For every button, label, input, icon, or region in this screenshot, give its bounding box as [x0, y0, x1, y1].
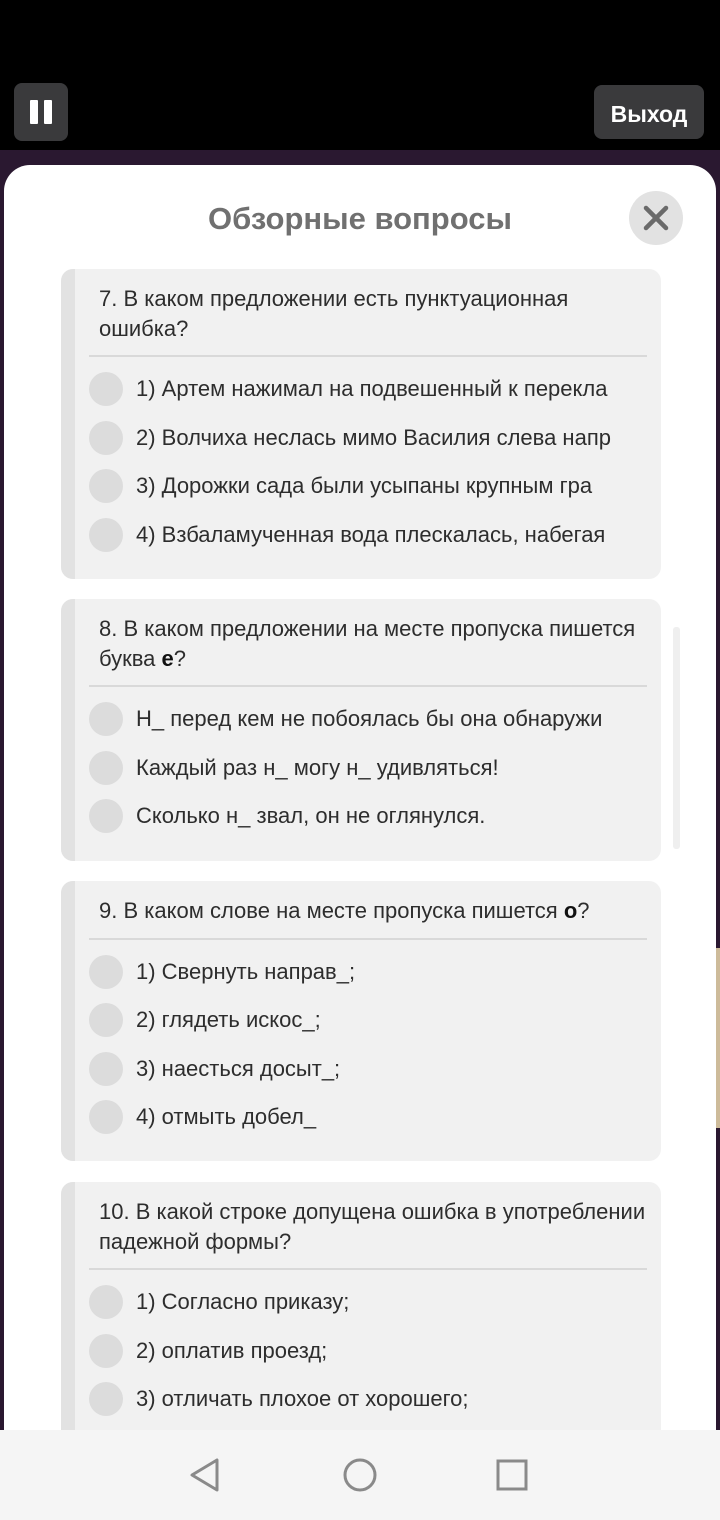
- answer-option-label: 1) Свернуть направ_;: [136, 959, 356, 984]
- divider: [89, 1268, 647, 1270]
- answer-option[interactable]: 2) глядеть искос_;: [89, 1000, 647, 1040]
- radio-button[interactable]: [89, 372, 123, 406]
- question-text: 9. В каком слове на месте пропуска пишет…: [99, 896, 651, 926]
- radio-button[interactable]: [89, 469, 123, 503]
- radio-button[interactable]: [89, 702, 123, 736]
- question-text: 7. В каком предложении есть пунктуационн…: [99, 284, 651, 344]
- answer-option-label: Н_ перед кем не побоялась бы она обнаруж…: [136, 706, 603, 731]
- answer-option-label: 3) отличать плохое от хорошего;: [136, 1386, 469, 1411]
- answer-option[interactable]: 4) отмыть добел_: [89, 1097, 647, 1137]
- nav-back-button[interactable]: [185, 1455, 225, 1495]
- scrollbar[interactable]: [673, 627, 680, 849]
- close-button[interactable]: [629, 191, 683, 245]
- answer-option[interactable]: 3) отличать плохое от хорошего;: [89, 1379, 647, 1419]
- question-number: 7.: [99, 286, 118, 311]
- radio-button[interactable]: [89, 955, 123, 989]
- answer-option-label: 1) Согласно приказу;: [136, 1289, 350, 1314]
- question-number: 9.: [99, 898, 118, 923]
- answer-option[interactable]: 4) Взбаламученная вода плескалась, набег…: [89, 515, 647, 555]
- answer-option[interactable]: 2) Волчиха неслась мимо Василия слева на…: [89, 418, 647, 458]
- answer-option[interactable]: Сколько н_ звал, он не оглянулся.: [89, 796, 647, 836]
- answer-option[interactable]: Каждый раз н_ могу н_ удивляться!: [89, 748, 647, 788]
- modal-title: Обзорные вопросы: [208, 201, 512, 236]
- nav-recents-button[interactable]: [492, 1455, 532, 1495]
- answer-option-label: 2) оплатив проезд;: [136, 1338, 328, 1363]
- answer-option[interactable]: 1) Артем нажимал на подвешенный к перекл…: [89, 369, 647, 409]
- divider: [89, 938, 647, 940]
- question-text-end: ?: [577, 898, 590, 923]
- top-bar: Выход: [0, 0, 720, 150]
- question-text: 10. В какой строке допущена ошибка в упо…: [99, 1197, 651, 1257]
- answer-option-label: 4) отмыть добел_: [136, 1104, 317, 1129]
- question-text-main: В каком предложении есть пунктуационная …: [99, 286, 569, 341]
- question-text-main: В какой строке допущена ошибка в употреб…: [99, 1199, 646, 1254]
- review-questions-modal: Обзорные вопросы 7. В каком предложении …: [4, 165, 716, 1430]
- question-card-9: 9. В каком слове на месте пропуска пишет…: [61, 881, 661, 1161]
- recents-square-icon: [496, 1459, 528, 1491]
- radio-button[interactable]: [89, 799, 123, 833]
- close-icon: [643, 205, 669, 231]
- radio-button[interactable]: [89, 1100, 123, 1134]
- answer-option-label: 4) Взбаламученная вода плескалась, набег…: [136, 522, 606, 547]
- radio-button[interactable]: [89, 751, 123, 785]
- question-text-main: В каком слове на месте пропуска пишется: [123, 898, 564, 923]
- radio-button[interactable]: [89, 1003, 123, 1037]
- answer-option-label: 2) глядеть искос_;: [136, 1007, 321, 1032]
- pause-icon-bar: [44, 100, 52, 124]
- exit-button[interactable]: Выход: [594, 85, 704, 139]
- answer-option[interactable]: 1) Согласно приказу;: [89, 1282, 647, 1322]
- divider: [89, 685, 647, 687]
- radio-button[interactable]: [89, 421, 123, 455]
- answer-option[interactable]: 2) оплатив проезд;: [89, 1331, 647, 1371]
- question-text-end: ?: [173, 646, 187, 671]
- answer-option-label: 2) Волчиха неслась мимо Василия слева на…: [136, 425, 611, 450]
- question-card-8: 8. В каком предложении на месте пропуска…: [61, 599, 661, 861]
- answer-option[interactable]: 1) Свернуть направ_;: [89, 952, 647, 992]
- question-bold-letter: о: [563, 898, 578, 923]
- question-number: 10.: [99, 1199, 130, 1224]
- answer-option-label: 3) наесться досыт_;: [136, 1056, 341, 1081]
- back-triangle-icon: [190, 1458, 219, 1492]
- answer-option-label: 1) Артем нажимал на подвешенный к перекл…: [136, 376, 608, 401]
- pause-button[interactable]: [14, 83, 68, 141]
- radio-button[interactable]: [89, 518, 123, 552]
- system-navigation-bar: [0, 1430, 720, 1520]
- radio-button[interactable]: [89, 1052, 123, 1086]
- question-bold-letter: е: [161, 646, 174, 671]
- radio-button[interactable]: [89, 1285, 123, 1319]
- nav-home-button[interactable]: [340, 1455, 380, 1495]
- home-circle-icon: [343, 1458, 377, 1492]
- answer-option-label: Каждый раз н_ могу н_ удивляться!: [136, 755, 499, 780]
- question-card-7: 7. В каком предложении есть пунктуационн…: [61, 269, 661, 579]
- divider: [89, 355, 647, 357]
- answer-option-label: 3) Дорожки сада были усыпаны крупным гра: [136, 473, 593, 498]
- answer-option-label: Сколько н_ звал, он не оглянулся.: [136, 803, 486, 828]
- answer-option[interactable]: 3) Дорожки сада были усыпаны крупным гра: [89, 466, 647, 506]
- question-card-10: 10. В какой строке допущена ошибка в упо…: [61, 1182, 661, 1430]
- radio-button[interactable]: [89, 1382, 123, 1416]
- answer-option[interactable]: Н_ перед кем не побоялась бы она обнаруж…: [89, 699, 647, 739]
- radio-button[interactable]: [89, 1334, 123, 1368]
- question-number: 8.: [99, 616, 118, 641]
- pause-icon: [30, 100, 38, 124]
- answer-option[interactable]: 3) наесться досыт_;: [89, 1049, 647, 1089]
- question-text: 8. В каком предложении на месте пропуска…: [99, 614, 651, 674]
